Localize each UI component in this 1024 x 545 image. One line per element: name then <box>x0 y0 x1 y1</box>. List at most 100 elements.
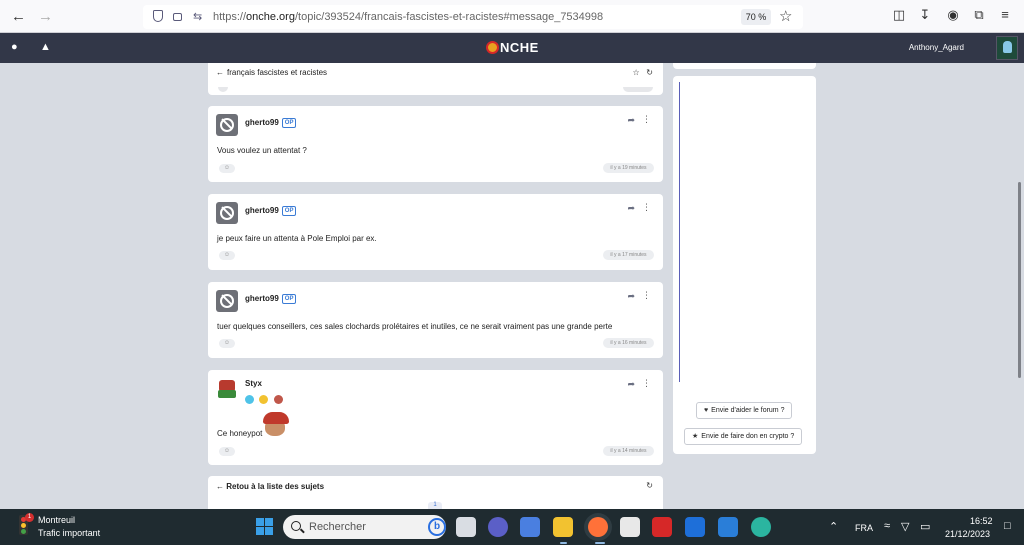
user-avatar[interactable] <box>996 36 1018 60</box>
volume-icon[interactable]: ▽ <box>901 520 909 533</box>
more-options-icon[interactable]: ⋮ <box>642 290 651 301</box>
site-logo[interactable]: NCHE <box>486 40 539 55</box>
post-time: il y a 16 minutes <box>603 338 654 348</box>
sticker-image <box>263 410 291 438</box>
more-options-icon[interactable]: ⋮ <box>642 202 651 213</box>
refresh-icon[interactable]: ↻ <box>646 481 653 490</box>
file-explorer-icon[interactable] <box>553 517 573 537</box>
post-text: je peux faire un attenta à Pole Emploi p… <box>217 234 377 243</box>
topic-actions: ☆ ↻ <box>632 68 653 77</box>
lightbulb-icon[interactable]: ● <box>11 41 18 53</box>
language-indicator[interactable]: FRA <box>855 523 873 533</box>
clock-date[interactable]: 21/12/2023 <box>945 529 990 539</box>
favorite-star-icon[interactable]: ☆ <box>632 68 639 77</box>
zoom-level[interactable]: 70 % <box>741 9 771 25</box>
reaction-icon[interactable]: ☺ <box>219 164 235 173</box>
download-icon[interactable]: ↧ <box>918 8 932 22</box>
right-sidebar: ♥ Envie d'aider le forum ? ★ Envie de fair… <box>673 63 816 454</box>
battery-icon[interactable]: ▭ <box>920 520 930 533</box>
post-author[interactable]: Styx <box>245 379 262 388</box>
refresh-icon[interactable]: ↻ <box>646 68 653 77</box>
donate-crypto-button[interactable]: ★ Envie de faire don en crypto ? <box>684 428 803 445</box>
pocket-icon[interactable]: ◫ <box>892 8 906 22</box>
avatar[interactable] <box>216 114 238 136</box>
back-to-list-link[interactable]: ← Retou à la liste des sujets <box>216 482 324 491</box>
shield-icon[interactable] <box>153 10 163 22</box>
post-text: tuer quelques conseillers, ces sales clo… <box>217 322 613 331</box>
widget-title[interactable]: Montreuil <box>38 515 75 525</box>
lock-icon[interactable] <box>173 13 182 21</box>
post-author[interactable]: gherto99 OP <box>245 206 297 216</box>
store-icon[interactable] <box>620 517 640 537</box>
op-badge: OP <box>281 206 297 216</box>
extensions-icon[interactable]: ⧉ <box>972 8 986 22</box>
share-icon[interactable]: ➦ <box>627 291 635 302</box>
back-to-list-bar: ← Retou à la liste des sujets ↻ 1 <box>208 476 663 510</box>
teams-icon[interactable] <box>488 517 508 537</box>
sidebar-top-card <box>673 63 816 69</box>
share-icon[interactable]: ➦ <box>627 203 635 214</box>
windows-start-icon[interactable] <box>256 518 273 535</box>
avatar[interactable] <box>216 378 238 400</box>
more-options-icon[interactable]: ⋮ <box>642 378 651 389</box>
sidebar-panel: ♥ Envie d'aider le forum ? ★ Envie de fair… <box>673 76 816 454</box>
forward-arrow-icon[interactable]: → <box>38 8 53 25</box>
notification-center-icon[interactable]: □ <box>1004 520 1011 532</box>
bing-icon[interactable]: b <box>428 518 446 536</box>
browser-toolbar: ← → ⇆ https://onche.org/topic/393524/fra… <box>0 0 1024 33</box>
wifi-icon[interactable]: ≈ <box>884 520 890 532</box>
reaction-pill[interactable] <box>218 87 228 92</box>
avatar[interactable] <box>216 202 238 224</box>
topic-title[interactable]: ← français fascistes et racistes <box>216 68 327 77</box>
menu-icon[interactable]: ≡ <box>998 8 1012 22</box>
heart-icon: ♥ <box>704 407 709 414</box>
more-options-icon[interactable]: ⋮ <box>642 114 651 125</box>
share-icon[interactable]: ➦ <box>627 115 635 126</box>
chevron-up-icon[interactable]: ⌃ <box>829 520 838 533</box>
op-badge: OP <box>281 294 297 304</box>
post: gherto99 OP ➦ ⋮ je peux faire un attenta … <box>208 194 663 270</box>
taskbar-search[interactable]: Rechercher b <box>283 515 446 539</box>
bell-icon[interactable]: ▲ <box>40 41 51 53</box>
badge-icon <box>259 395 269 404</box>
mdp-app-icon[interactable] <box>685 517 705 537</box>
running-indicator <box>595 542 605 544</box>
reaction-icon[interactable]: ☺ <box>219 251 235 260</box>
tlc-app-icon[interactable] <box>652 517 672 537</box>
copilot-icon[interactable] <box>520 517 540 537</box>
back-arrow-icon: ← <box>216 68 224 77</box>
task-view-icon[interactable] <box>456 517 476 537</box>
post-author[interactable]: gherto99 OP <box>245 118 297 128</box>
post: gherto99 OP ➦ ⋮ Vous voulez un attentat ?… <box>208 106 663 182</box>
widget-subtitle[interactable]: Trafic important <box>38 528 100 538</box>
post-author[interactable]: gherto99 OP <box>245 294 297 304</box>
post: gherto99 OP ➦ ⋮ tuer quelques conseillers… <box>208 282 663 358</box>
back-arrow-icon[interactable]: ← <box>11 8 26 25</box>
page-scrollbar[interactable] <box>1018 182 1021 378</box>
url-text[interactable]: https://onche.org/topic/393524/francais-… <box>213 11 603 23</box>
username[interactable]: Anthony_Agard <box>909 43 964 52</box>
avatar[interactable] <box>216 290 238 312</box>
op-badge: OP <box>281 118 297 128</box>
share-icon[interactable]: ➦ <box>627 379 635 390</box>
notification-badge: 1 <box>25 513 34 522</box>
help-forum-button[interactable]: ♥ Envie d'aider le forum ? <box>696 402 793 419</box>
search-placeholder: Rechercher <box>309 521 366 533</box>
edge-icon[interactable] <box>751 517 771 537</box>
clock-time[interactable]: 16:52 <box>970 516 993 526</box>
back-arrow-icon: ← <box>216 482 224 491</box>
post-text: Vous voulez un attentat ? <box>217 146 307 155</box>
account-icon[interactable]: ◉ <box>946 8 960 22</box>
mail-icon[interactable] <box>718 517 738 537</box>
reaction-icon[interactable]: ☺ <box>219 447 235 456</box>
firefox-icon[interactable] <box>588 517 608 537</box>
bookmark-star-icon[interactable]: ☆ <box>779 7 792 25</box>
permissions-icon[interactable]: ⇆ <box>193 10 202 23</box>
site-header: ● ▲ NCHE Anthony_Agard <box>0 33 1024 63</box>
post-time: il y a 19 minutes <box>603 163 654 173</box>
reaction-icon[interactable]: ☺ <box>219 339 235 348</box>
post: Styx ➦ ⋮ Ce honeypot ☺ il y a 14 minutes <box>208 370 663 465</box>
traffic-light-icon[interactable]: 1 <box>13 513 34 535</box>
search-icon <box>291 521 301 531</box>
url-bar[interactable]: ⇆ https://onche.org/topic/393524/francai… <box>143 5 803 29</box>
